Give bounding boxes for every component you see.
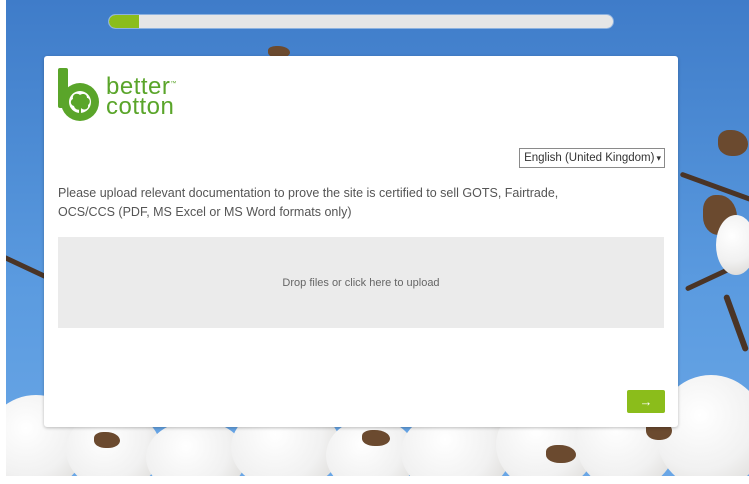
cotton-husk [718, 130, 748, 156]
upload-instructions: Please upload relevant documentation to … [58, 186, 559, 219]
chevron-down-icon: ▾ [656, 153, 661, 163]
progress-fill [109, 15, 140, 28]
upload-card: better™ cotton English (United Kingdom) … [44, 56, 678, 427]
next-button[interactable]: → [627, 390, 665, 413]
brand-line2: cotton [106, 92, 175, 120]
cotton-husk [546, 445, 576, 463]
cotton-boll [716, 215, 749, 275]
arrow-right-icon: → [639, 394, 653, 409]
file-dropzone[interactable]: Drop files or click here to upload [58, 237, 664, 328]
left-edge [0, 0, 6, 484]
better-cotton-logo: better™ cotton [56, 68, 177, 122]
cotton-husk [94, 432, 120, 448]
language-selected: English (United Kingdom) [524, 152, 655, 164]
progress-bar [109, 15, 613, 28]
language-select[interactable]: English (United Kingdom) ▾ [519, 148, 665, 168]
brand-wordmark: better™ cotton [106, 74, 177, 120]
trademark: ™ [170, 80, 177, 87]
cotton-husk [362, 430, 390, 446]
bottom-edge [6, 476, 749, 484]
cotton-boll-b-icon [58, 68, 99, 121]
dropzone-label: Drop files or click here to upload [282, 276, 440, 289]
branch [722, 293, 749, 353]
